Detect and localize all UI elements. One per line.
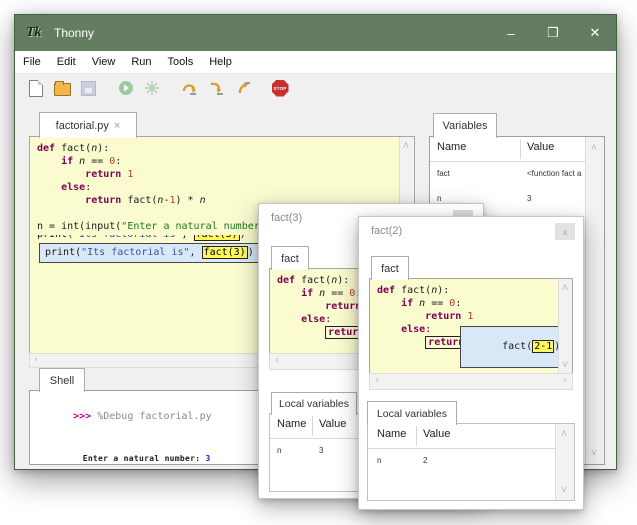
close-button[interactable]: ✕ <box>574 15 616 51</box>
window-title: Thonny <box>54 26 94 40</box>
tab-shell[interactable]: Shell <box>39 368 85 392</box>
close-x-icon: x <box>563 227 568 237</box>
debug-script-button[interactable] <box>141 77 163 99</box>
title-bar: Tk Thonny – ❒ ✕ <box>15 15 616 51</box>
new-file-icon <box>29 80 43 97</box>
tab-variables[interactable]: Variables <box>433 113 497 138</box>
run-icon <box>118 80 134 96</box>
tab-close-icon[interactable]: × <box>114 120 120 132</box>
frame3-tab-local-variables[interactable]: Local variables <box>271 392 357 415</box>
user-input: 3 <box>206 454 211 463</box>
maximize-button[interactable]: ❒ <box>532 15 574 51</box>
menu-edit[interactable]: Edit <box>49 51 84 73</box>
frame-window-fact2: fact(2) x fact def fact(n): if n == 0: r… <box>358 216 584 510</box>
scroll-down-icon[interactable]: ᴠ <box>591 448 597 458</box>
open-file-button[interactable] <box>51 77 73 99</box>
frame2-tab-label: fact <box>381 263 399 275</box>
frame2-active-expression-box: fact(2-1) * n <box>460 326 573 368</box>
column-name[interactable]: Name <box>277 418 306 430</box>
active-statement-box: print("Its factorial is", fact(3)) <box>39 243 260 263</box>
var-name: n <box>277 446 309 455</box>
var-value: <function fact a <box>527 169 587 178</box>
frame2-close-button[interactable]: x <box>555 223 575 240</box>
scroll-up-icon[interactable]: ᴧ <box>403 141 409 151</box>
menu-file[interactable]: File <box>15 51 49 73</box>
frame2-title: fact(2) <box>371 225 402 237</box>
shell-tab-label: Shell <box>50 375 74 387</box>
frame3-tab-fact[interactable]: fact <box>271 246 309 270</box>
frame3-locals-label: Local variables <box>279 398 349 410</box>
minimize-button[interactable]: – <box>490 15 532 51</box>
stop-icon: STOP <box>272 80 289 97</box>
var-value: 2 <box>423 456 483 465</box>
frame2-horizontal-scrollbar[interactable]: ‹ › <box>369 373 573 390</box>
scroll-left-icon[interactable]: ‹ <box>275 356 279 366</box>
menu-run[interactable]: Run <box>123 51 159 73</box>
variables-scrollbar[interactable]: ᴧ ᴠ <box>585 137 604 464</box>
frame3-title: fact(3) <box>271 212 302 224</box>
toolbar: STOP <box>15 74 616 102</box>
var-value: 3 <box>527 194 587 203</box>
scroll-left-icon[interactable]: ‹ <box>34 355 38 365</box>
shell-command: %Debug factorial.py <box>97 411 211 422</box>
editor-tab-label: factorial.py <box>56 120 109 132</box>
debug-icon <box>144 80 160 96</box>
stop-button[interactable]: STOP <box>269 77 291 99</box>
scroll-down-icon[interactable]: ᴠ <box>562 360 568 370</box>
step-over-button[interactable] <box>179 77 201 99</box>
scroll-up-icon[interactable]: ᴧ <box>562 283 568 293</box>
tab-factorial-py[interactable]: factorial.py × <box>39 112 137 138</box>
menu-view[interactable]: View <box>84 51 124 73</box>
column-value[interactable]: Value <box>527 141 554 153</box>
shell-prompt: >>> <box>73 411 97 422</box>
frame2-code-view[interactable]: def fact(n): if n == 0: return 1 else: r… <box>369 278 573 375</box>
column-name[interactable]: Name <box>377 428 406 440</box>
step-out-icon <box>233 80 251 96</box>
scroll-right-icon[interactable]: › <box>563 376 567 386</box>
scroll-left-icon[interactable]: ‹ <box>375 376 379 386</box>
thonny-app-icon: Tk <box>26 24 46 42</box>
new-file-button[interactable] <box>25 77 47 99</box>
variables-table-header: Name Value <box>430 137 604 162</box>
frame2-locals-table: Name Value n 2 ᴧ ᴠ <box>367 423 575 501</box>
frame2-locals-scrollbar[interactable]: ᴧ ᴠ <box>555 424 574 500</box>
var-name: n <box>377 456 411 465</box>
scroll-up-icon[interactable]: ᴧ <box>591 143 597 153</box>
save-icon <box>81 81 96 96</box>
frame3-tab-label: fact <box>281 253 299 265</box>
open-folder-icon <box>54 83 71 96</box>
save-file-button[interactable] <box>77 77 99 99</box>
step-into-button[interactable] <box>205 77 227 99</box>
variables-tab-label: Variables <box>442 120 487 132</box>
step-over-icon <box>181 80 199 96</box>
menu-help[interactable]: Help <box>201 51 240 73</box>
run-script-button[interactable] <box>115 77 137 99</box>
column-value[interactable]: Value <box>423 428 450 440</box>
frame2-locals-header: Name Value <box>368 424 574 449</box>
column-value[interactable]: Value <box>319 418 346 430</box>
menu-tools[interactable]: Tools <box>160 51 202 73</box>
var-name: n <box>437 194 515 203</box>
frame2-tab-fact[interactable]: fact <box>371 256 409 280</box>
program-output: Enter a natural number: <box>83 454 206 463</box>
frame2-tab-local-variables[interactable]: Local variables <box>367 401 457 425</box>
var-name: fact <box>437 169 515 178</box>
scroll-down-icon[interactable]: ᴠ <box>561 485 567 495</box>
step-out-button[interactable] <box>231 77 253 99</box>
frame2-locals-label: Local variables <box>377 408 447 420</box>
step-into-icon <box>207 80 225 96</box>
frame2-code-scrollbar[interactable]: ᴧ ᴠ <box>558 279 572 374</box>
scroll-up-icon[interactable]: ᴧ <box>561 429 567 439</box>
menu-bar: File Edit View Run Tools Help <box>15 51 616 74</box>
column-name[interactable]: Name <box>437 141 466 153</box>
